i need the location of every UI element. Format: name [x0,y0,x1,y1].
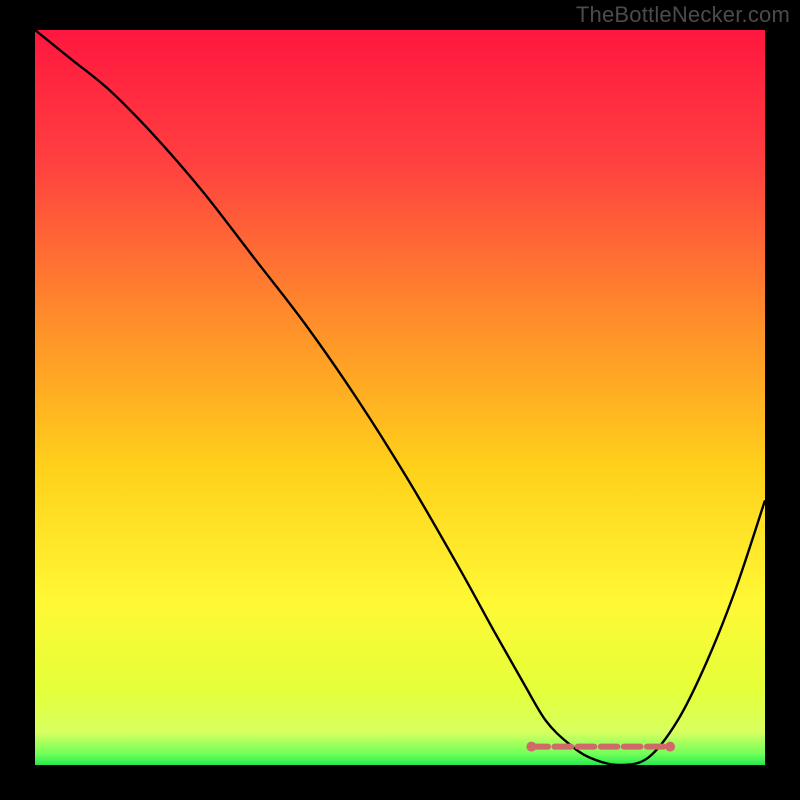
chart-svg [35,30,765,765]
chart-frame: TheBottleNecker.com [0,0,800,800]
watermark-text: TheBottleNecker.com [576,2,790,28]
plot-area [35,30,765,765]
gradient-background [35,30,765,765]
